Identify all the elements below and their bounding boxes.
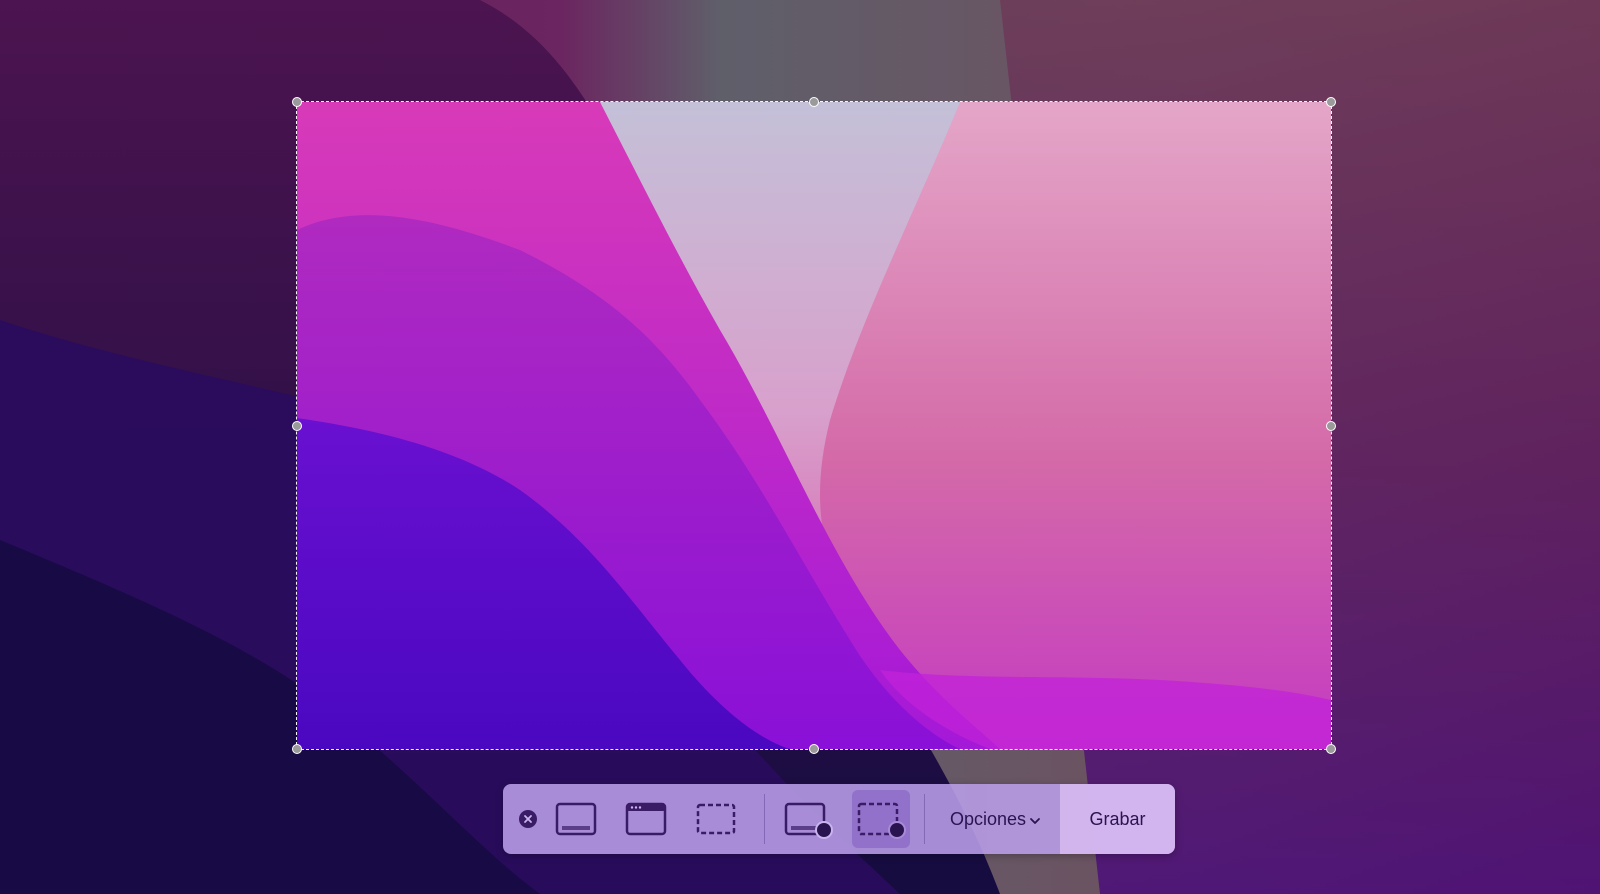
record-entire-screen-button[interactable] <box>779 790 837 848</box>
resize-handle-bottom-left[interactable] <box>292 744 302 754</box>
screen-icon <box>555 802 597 836</box>
close-icon <box>524 815 532 823</box>
resize-handle-top-center[interactable] <box>809 97 819 107</box>
capture-selected-portion-button[interactable] <box>693 790 739 848</box>
capture-selection-area[interactable] <box>292 97 1336 754</box>
resize-handle-top-right[interactable] <box>1326 97 1336 107</box>
dashed-rect-icon <box>696 803 736 835</box>
record-button[interactable]: Grabar <box>1060 784 1175 854</box>
dashed-rect-record-icon <box>857 802 906 839</box>
window-icon <box>625 802 667 836</box>
close-button[interactable] <box>519 810 537 828</box>
toolbar-divider <box>924 794 925 844</box>
record-label: Grabar <box>1089 808 1146 829</box>
screen-record-icon <box>784 802 833 839</box>
capture-selected-window-button[interactable] <box>623 790 669 848</box>
resize-handle-bottom-center[interactable] <box>809 744 819 754</box>
resize-handle-bottom-right[interactable] <box>1326 744 1336 754</box>
options-menu-button[interactable]: Opciones <box>928 784 1063 854</box>
record-selected-portion-button[interactable] <box>852 790 910 848</box>
chevron-down-icon <box>1030 818 1040 824</box>
options-label: Opciones <box>949 808 1027 829</box>
resize-handle-middle-right[interactable] <box>1326 420 1336 431</box>
resize-handle-top-left[interactable] <box>292 97 302 107</box>
toolbar-divider <box>764 794 765 844</box>
screenshot-toolbar: Opciones Grabar <box>503 784 1175 854</box>
resize-handle-middle-left[interactable] <box>292 420 302 431</box>
capture-entire-screen-button[interactable] <box>553 790 599 848</box>
